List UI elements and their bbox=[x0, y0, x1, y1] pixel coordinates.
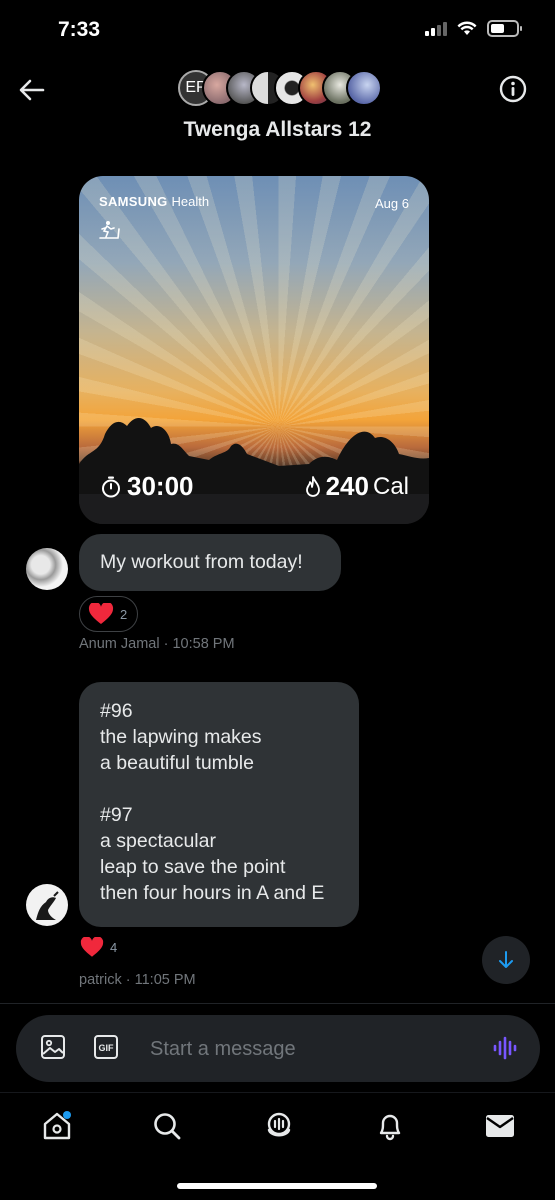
add-image-button[interactable] bbox=[40, 1034, 68, 1062]
heart-icon bbox=[88, 603, 114, 624]
message-time: 10:58 PM bbox=[172, 636, 235, 652]
calories-unit: Cal bbox=[372, 472, 409, 500]
message-line: a spectacular bbox=[100, 830, 216, 852]
message-line: leap to save the point bbox=[100, 856, 286, 878]
home-icon bbox=[43, 1111, 71, 1140]
message-bubble[interactable]: My workout from today! bbox=[79, 534, 341, 591]
avatar-patrick[interactable] bbox=[26, 884, 68, 926]
status-time: 7:33 bbox=[58, 18, 101, 41]
nav-spaces[interactable] bbox=[262, 1109, 296, 1143]
search-icon bbox=[154, 1113, 181, 1140]
svg-text:GIF: GIF bbox=[99, 1043, 115, 1053]
calories-value: 240 bbox=[325, 471, 369, 501]
sender-name: Anum Jamal bbox=[79, 636, 160, 652]
treadmill-icon bbox=[99, 221, 120, 239]
conversation-header: EP Twenga Allstars 12 bbox=[0, 60, 555, 155]
meta-separator: · bbox=[159, 636, 173, 652]
workout-image[interactable]: SAMSUNG Health Aug 6 30:00 240 Cal bbox=[79, 176, 429, 524]
duration-value: 30:00 bbox=[127, 471, 194, 501]
workout-calories: 240 Cal bbox=[304, 471, 409, 502]
brand-primary: SAMSUNG bbox=[99, 194, 168, 209]
message-meta: Anum Jamal · 10:58 PM bbox=[79, 636, 235, 652]
message-meta: patrick · 11:05 PM bbox=[79, 972, 196, 988]
message-line: a beautiful tumble bbox=[100, 752, 254, 774]
voice-message-button[interactable] bbox=[492, 1035, 518, 1066]
reaction[interactable]: 4 bbox=[80, 937, 117, 958]
message-line: then four hours in A and E bbox=[100, 882, 325, 904]
avatar-image bbox=[36, 891, 59, 920]
workout-date: Aug 6 bbox=[375, 196, 409, 211]
back-arrow-icon bbox=[19, 79, 45, 101]
spaces-icon bbox=[267, 1112, 291, 1137]
info-button[interactable] bbox=[499, 75, 527, 103]
home-indicator bbox=[177, 1183, 377, 1189]
message-time: 11:05 PM bbox=[134, 972, 196, 988]
nav-messages[interactable] bbox=[483, 1109, 517, 1143]
reaction-count: 2 bbox=[120, 606, 128, 622]
wifi-icon bbox=[457, 21, 477, 35]
battery-icon bbox=[487, 20, 522, 37]
reaction-count: 4 bbox=[110, 940, 118, 955]
signal-icon bbox=[425, 21, 447, 36]
message-text: My workout from today! bbox=[100, 551, 303, 573]
message-line: #97 bbox=[100, 804, 133, 826]
meta-separator: · bbox=[121, 972, 135, 988]
nav-search[interactable] bbox=[150, 1109, 184, 1143]
message-line: the lapwing makes bbox=[100, 726, 262, 748]
reaction-pill[interactable]: 2 bbox=[79, 596, 139, 632]
bell-icon bbox=[379, 1114, 401, 1141]
scroll-to-bottom-button[interactable] bbox=[482, 936, 530, 984]
flame-icon bbox=[305, 475, 320, 497]
message-input[interactable] bbox=[150, 1034, 470, 1064]
voice-wave-icon bbox=[493, 1036, 517, 1060]
group-avatars[interactable]: EP bbox=[178, 70, 382, 106]
nav-home[interactable] bbox=[40, 1109, 74, 1143]
brand-secondary: Health bbox=[171, 194, 210, 209]
workout-duration: 30:00 bbox=[101, 471, 194, 502]
message-bubble[interactable]: #96 the lapwing makes a beautiful tumble… bbox=[79, 682, 359, 927]
stopwatch-icon bbox=[102, 476, 120, 497]
status-icons bbox=[425, 20, 522, 37]
avatar bbox=[346, 70, 382, 106]
status-bar: 7:33 bbox=[0, 0, 555, 60]
sender-name: patrick bbox=[79, 972, 122, 988]
samsung-health-brand: SAMSUNG Health bbox=[99, 194, 209, 209]
mail-icon bbox=[486, 1115, 514, 1137]
tree-silhouette bbox=[79, 417, 429, 524]
conversation-title[interactable]: Twenga Allstars 12 bbox=[0, 118, 555, 142]
heart-icon bbox=[80, 937, 104, 957]
message-line bbox=[100, 776, 338, 802]
add-gif-button[interactable]: GIF bbox=[93, 1034, 121, 1062]
image-icon bbox=[41, 1035, 65, 1059]
avatar-anum-jamal[interactable] bbox=[26, 548, 68, 590]
message-composer: GIF bbox=[16, 1015, 540, 1082]
info-icon bbox=[499, 75, 527, 103]
nav-notifications[interactable] bbox=[373, 1109, 407, 1143]
gif-icon: GIF bbox=[94, 1035, 118, 1059]
divider bbox=[0, 1003, 555, 1004]
back-button[interactable] bbox=[16, 74, 48, 106]
message-line: #96 bbox=[100, 700, 133, 722]
arrow-down-icon bbox=[499, 951, 513, 968]
